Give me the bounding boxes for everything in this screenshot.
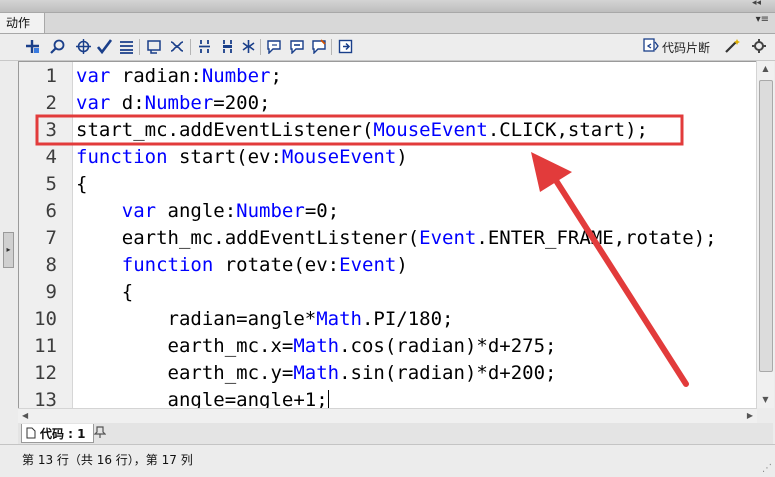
panel-tab-row: 动作 ▾≡ <box>0 13 775 34</box>
tab-actions[interactable]: 动作 <box>0 13 45 33</box>
code-text: function start(ev:MouseEvent) <box>76 146 408 168</box>
script-file-icon <box>26 427 36 439</box>
line-number: 12 <box>34 362 57 384</box>
code-line[interactable]: 1 var radian:Number; <box>19 63 756 90</box>
line-number: 1 <box>45 65 57 87</box>
check-syntax-icon[interactable] <box>96 38 113 55</box>
auto-format-icon[interactable] <box>118 38 135 55</box>
code-text: earth_mc.x=Math.cos(radian)*d+275; <box>76 335 557 357</box>
code-text: var angle:Number=0; <box>121 200 340 222</box>
code-text: var radian:Number; <box>76 65 282 87</box>
line-number: 5 <box>45 173 57 195</box>
script-tab-bar: 代码 : 1 <box>18 423 773 444</box>
code-text: { <box>76 173 88 195</box>
line-number: 10 <box>34 308 57 330</box>
scroll-up-icon[interactable]: ▲ <box>757 61 774 77</box>
tab-code-1[interactable]: 代码 : 1 <box>21 424 94 443</box>
line-number: 3 <box>45 119 57 141</box>
code-text: radian=angle*Math.PI/180; <box>76 308 454 330</box>
code-text: earth_mc.addEventListener(Event.ENTER_FR… <box>76 227 717 249</box>
tab-code-label: 代码 : 1 <box>40 426 86 441</box>
code-line[interactable]: 10 radian=angle*Math.PI/180; <box>19 306 756 333</box>
line-number: 13 <box>34 389 57 410</box>
line-number: 7 <box>45 227 57 249</box>
code-line[interactable]: 13 angle=angle+1; <box>19 387 756 410</box>
code-text: { <box>76 281 134 303</box>
panel-options-icon[interactable] <box>751 38 767 58</box>
resize-grip-icon[interactable]: ⋰ <box>762 463 772 474</box>
panel-menu-icon[interactable]: ▾≡ <box>756 14 769 25</box>
code-line[interactable]: 7 earth_mc.addEventListener(Event.ENTER_… <box>19 225 756 252</box>
code-line[interactable]: 8 function rotate(ev:Event) <box>19 252 756 279</box>
toggle-script-assist-icon[interactable] <box>337 38 354 55</box>
toolbar-separator <box>190 39 191 55</box>
remove-comment-icon[interactable] <box>310 38 327 55</box>
line-number: 8 <box>45 254 57 276</box>
vertical-scrollbar[interactable]: ▲ ▼ <box>756 61 774 408</box>
vertical-scroll-thumb[interactable] <box>759 80 773 372</box>
apply-line-comment-icon[interactable] <box>288 38 305 55</box>
actions-toolbar: 代码片断 <box>0 34 775 61</box>
script-navigator-collapse-icon[interactable]: ▸ <box>3 232 14 268</box>
magic-wand-icon[interactable] <box>723 38 741 58</box>
code-snippets-icon <box>643 38 659 57</box>
code-lines: 1 var radian:Number; 2 var d:Number=200; 3 st… <box>19 63 756 410</box>
line-number: 9 <box>45 281 57 303</box>
code-line[interactable]: 11 earth_mc.x=Math.cos(radian)*d+275; <box>19 333 756 360</box>
line-number: 6 <box>45 200 57 222</box>
line-number: 4 <box>45 146 57 168</box>
collapse-braces-icon[interactable] <box>196 38 213 55</box>
panel-title-bar: ◂◂ <box>0 0 775 13</box>
add-item-icon[interactable] <box>24 38 41 55</box>
toolbar-separator <box>139 39 140 55</box>
code-text: function rotate(ev:Event) <box>121 254 408 276</box>
scroll-down-icon[interactable]: ▼ <box>757 392 774 408</box>
scroll-left-icon[interactable]: ◀ <box>22 409 28 423</box>
cursor-position-status: 第 13 行（共 16 行），第 17 列 <box>22 453 193 467</box>
line-number: 2 <box>45 92 57 114</box>
collapse-panel-icon[interactable]: ◂◂ <box>752 0 761 8</box>
code-line[interactable]: 9 { <box>19 279 756 306</box>
code-text: earth_mc.y=Math.sin(radian)*d+200; <box>76 362 557 384</box>
pin-script-icon[interactable] <box>93 426 107 441</box>
code-line[interactable]: 4 function start(ev:MouseEvent) <box>19 144 756 171</box>
debug-options-icon[interactable] <box>168 38 185 55</box>
code-snippets-label: 代码片断 <box>662 41 711 55</box>
code-line[interactable]: 5{ <box>19 171 756 198</box>
code-hint-icon[interactable] <box>146 38 163 55</box>
code-line[interactable]: 12 earth_mc.y=Math.sin(radian)*d+200; <box>19 360 756 387</box>
code-text: var d:Number=200; <box>76 92 271 114</box>
code-text: start_mc.addEventListener(MouseEvent.CLI… <box>76 119 648 141</box>
apply-block-comment-icon[interactable] <box>265 38 282 55</box>
expand-all-icon[interactable] <box>240 38 257 55</box>
script-editor[interactable]: 1 var radian:Number; 2 var d:Number=200; 3 st… <box>18 61 757 410</box>
collapse-selection-icon[interactable] <box>219 38 236 55</box>
line-number: 11 <box>34 335 57 357</box>
status-bar: 第 13 行（共 16 行），第 17 列 ⋰ <box>0 444 775 477</box>
find-icon[interactable] <box>49 38 66 55</box>
toolbar-separator <box>260 39 261 55</box>
code-line[interactable]: 2 var d:Number=200; <box>19 90 756 117</box>
code-text: angle=angle+1; <box>76 389 329 410</box>
toolbar-separator <box>331 39 332 55</box>
text-caret <box>327 390 329 409</box>
code-line[interactable]: 6 var angle:Number=0; <box>19 198 756 225</box>
code-line[interactable]: 3 start_mc.addEventListener(MouseEvent.CL… <box>19 117 756 144</box>
scroll-right-icon[interactable]: ▶ <box>747 409 753 423</box>
horizontal-scrollbar[interactable]: ◀ ▶ <box>18 408 757 423</box>
target-icon[interactable] <box>75 38 92 55</box>
code-snippets-button[interactable]: 代码片断 <box>643 38 711 57</box>
